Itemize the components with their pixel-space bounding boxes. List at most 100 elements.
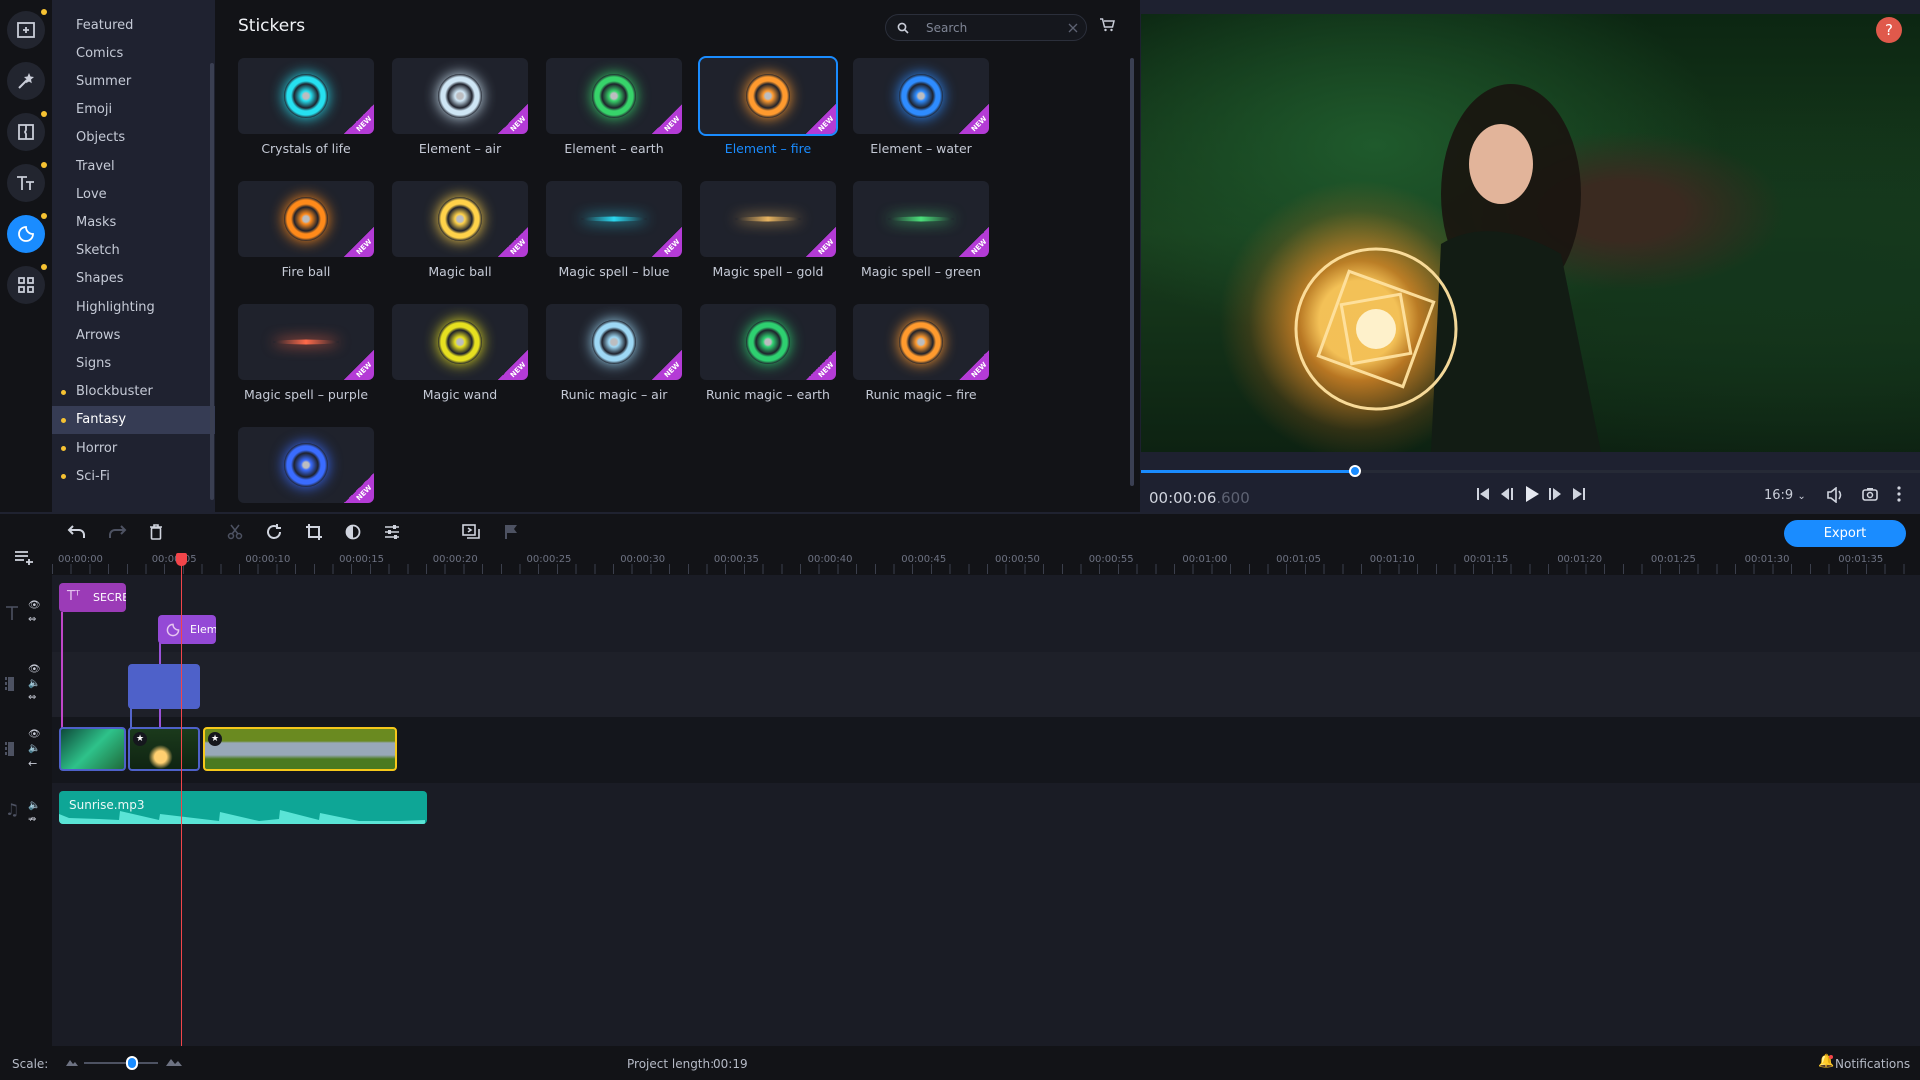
visibility-eye-icon[interactable]: 👁 — [28, 664, 41, 675]
link-icon[interactable]: ⇔ — [28, 614, 36, 625]
delete-button[interactable] — [142, 520, 170, 544]
crop-button[interactable] — [300, 520, 328, 544]
sticker-label: Element – earth — [564, 141, 664, 156]
arrow-left-icon[interactable]: ← — [28, 757, 37, 770]
category-item[interactable]: Travel — [52, 152, 215, 180]
sticker-thumbnail[interactable]: NEW — [546, 181, 682, 257]
category-label: Featured — [76, 17, 134, 33]
clip-properties-button[interactable] — [378, 520, 406, 544]
category-item[interactable]: Arrows — [52, 321, 215, 349]
search-box[interactable] — [885, 14, 1087, 41]
category-item[interactable]: Objects — [52, 124, 215, 152]
category-item[interactable]: Featured — [52, 11, 215, 39]
category-item[interactable]: Emoji — [52, 96, 215, 124]
sticker-thumbnail[interactable]: NEW — [853, 304, 989, 380]
store-cart-icon[interactable] — [1099, 18, 1115, 32]
sticker-thumbnail[interactable]: NEW — [238, 304, 374, 380]
sticker-label: Runic magic – earth — [706, 387, 830, 402]
sticker-thumbnail[interactable]: NEW — [392, 58, 528, 134]
volume-icon[interactable] — [1826, 487, 1844, 503]
sticker-thumbnail[interactable]: NEW — [238, 427, 374, 503]
category-item[interactable]: Sketch — [52, 237, 215, 265]
overlay-clip[interactable] — [128, 664, 200, 709]
category-item[interactable]: Comics — [52, 39, 215, 67]
add-track-button[interactable] — [14, 550, 36, 570]
notifications-button[interactable]: Notifications — [1835, 1057, 1910, 1071]
category-item[interactable]: Signs — [52, 349, 215, 377]
visibility-eye-icon[interactable]: 👁 — [28, 600, 41, 611]
video-preview[interactable] — [1141, 14, 1920, 452]
sticker-thumbnail[interactable]: NEW — [698, 56, 838, 136]
help-button[interactable]: ? — [1876, 17, 1902, 43]
audio-clip[interactable]: Sunrise.mp3 — [59, 791, 427, 824]
title-clip[interactable]: Tᵀ SECRET — [59, 583, 126, 612]
category-item[interactable]: Masks — [52, 208, 215, 236]
sticker-thumbnail[interactable]: NEW — [546, 58, 682, 134]
category-item[interactable]: Love — [52, 180, 215, 208]
video-clip-3[interactable]: ★ — [203, 727, 397, 771]
redo-button[interactable] — [103, 520, 131, 544]
sticker-thumbnail[interactable]: NEW — [392, 181, 528, 257]
sticker-preview-art — [592, 320, 636, 364]
zoom-in-mountain-icon[interactable] — [166, 1057, 182, 1066]
video-clip-1[interactable] — [59, 727, 126, 771]
category-item[interactable]: Horror — [52, 434, 215, 462]
speaker-icon[interactable]: 🔈 — [28, 743, 40, 754]
zoom-out-mountain-icon[interactable] — [66, 1058, 78, 1066]
sticker-thumbnail[interactable]: NEW — [700, 181, 836, 257]
category-item[interactable]: Sci-Fi — [52, 462, 215, 490]
category-item[interactable]: Summer — [52, 67, 215, 95]
scale-slider[interactable] — [84, 1062, 158, 1064]
preview-seek-bar[interactable] — [1141, 465, 1920, 477]
categories-scrollbar[interactable] — [210, 63, 214, 500]
category-item[interactable]: Shapes — [52, 265, 215, 293]
rail-stickers-button[interactable] — [7, 213, 47, 253]
video-clip-2[interactable]: ★ — [128, 727, 200, 771]
category-item[interactable]: Highlighting — [52, 293, 215, 321]
sticker-clip[interactable]: Element – fire — [158, 615, 216, 644]
panel-divider[interactable] — [0, 512, 1920, 514]
rail-filters-button[interactable] — [7, 62, 45, 100]
previous-frame-icon[interactable] — [1500, 487, 1514, 501]
speaker-icon[interactable]: 🔈 — [28, 678, 40, 689]
titles-icon: Tᵀ — [67, 589, 80, 604]
sticker-thumbnail[interactable]: NEW — [238, 58, 374, 134]
undo-button[interactable] — [63, 520, 91, 544]
more-options-icon[interactable] — [1896, 486, 1902, 502]
rail-import-button[interactable] — [7, 9, 47, 49]
snapshot-camera-icon[interactable] — [1862, 487, 1878, 501]
play-icon[interactable] — [1524, 485, 1540, 503]
scale-slider-handle[interactable] — [126, 1056, 139, 1070]
rail-more-tools-button[interactable] — [7, 264, 47, 304]
unlink-icon[interactable]: ⇏ — [28, 814, 36, 825]
link-icon[interactable]: ⇔ — [28, 692, 36, 703]
export-button[interactable]: Export — [1784, 520, 1906, 547]
clear-search-icon[interactable] — [1068, 23, 1078, 33]
category-item[interactable]: Fantasy — [52, 405, 215, 434]
category-item[interactable]: Blockbuster — [52, 378, 215, 406]
stickers-scrollbar[interactable] — [1130, 58, 1134, 486]
sticker-thumbnail[interactable]: NEW — [853, 181, 989, 257]
search-input[interactable] — [926, 19, 1056, 37]
next-frame-icon[interactable] — [1548, 487, 1562, 501]
sticker-thumbnail[interactable]: NEW — [853, 58, 989, 134]
sticker-thumbnail[interactable]: NEW — [700, 304, 836, 380]
rail-transitions-button[interactable] — [7, 111, 47, 151]
sticker-thumbnail[interactable]: NEW — [238, 181, 374, 257]
new-badge: NEW — [959, 227, 989, 257]
sticker-thumbnail[interactable]: NEW — [546, 304, 682, 380]
skip-to-start-icon[interactable] — [1476, 487, 1490, 501]
color-adjust-button[interactable] — [339, 520, 367, 544]
playhead-handle[interactable] — [176, 553, 187, 566]
aspect-ratio-dropdown[interactable]: 16:9 ⌄ — [1764, 488, 1806, 503]
speaker-icon[interactable]: 🔈 — [28, 800, 40, 811]
add-marker-button[interactable] — [497, 520, 525, 544]
sticker-thumbnail[interactable]: NEW — [392, 304, 528, 380]
split-button[interactable] — [221, 520, 249, 544]
skip-to-end-icon[interactable] — [1572, 487, 1586, 501]
playhead[interactable] — [181, 556, 182, 1046]
transition-wizard-button[interactable] — [457, 520, 485, 544]
rail-titles-button[interactable] — [7, 162, 47, 202]
visibility-eye-icon[interactable]: 👁 — [28, 729, 41, 740]
rotate-button[interactable] — [260, 520, 288, 544]
